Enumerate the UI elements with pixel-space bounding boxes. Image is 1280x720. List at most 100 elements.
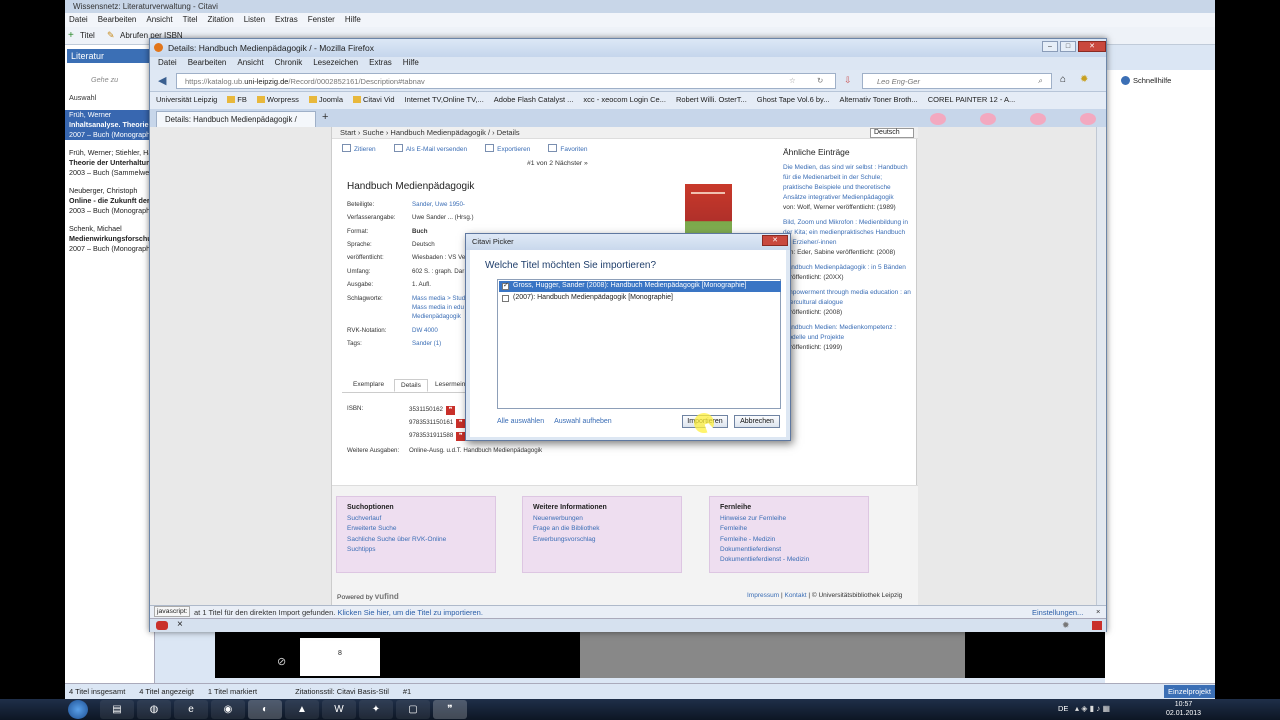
language-indicator[interactable]: DE [1058, 704, 1068, 713]
menu-zitation[interactable]: Zitation [207, 15, 233, 25]
list-item[interactable]: Früh, Werner; Stiehler, Ha [65, 148, 155, 158]
ff-menu-ansicht[interactable]: Ansicht [237, 58, 263, 69]
similar-link[interactable]: Die Medien, das sind wir selbst : Handbu… [783, 163, 913, 203]
select-all-link[interactable]: Alle auswählen [497, 418, 544, 425]
app-icon[interactable]: ▲ [285, 700, 319, 719]
footer-link[interactable]: Suchtipps [347, 545, 485, 555]
list-item-meta[interactable]: 2003 – Buch (Sammelwe [65, 168, 155, 178]
citavi-pick-icon[interactable]: ❞ [456, 419, 466, 428]
similar-link[interactable]: Empowerment through media education : an… [783, 288, 913, 308]
ie-icon[interactable]: e [174, 700, 208, 719]
citavi-taskbar-icon[interactable]: ❞ [433, 700, 467, 719]
footer-link[interactable]: Suchverlauf [347, 514, 485, 524]
bookmark-star-icon[interactable]: ☆ [789, 76, 796, 85]
bookmark-item[interactable]: Adobe Flash Catalyst ... [494, 95, 574, 106]
footer-link[interactable]: Erweiterte Suche [347, 524, 485, 534]
list-item-meta[interactable]: 2003 – Buch (Monograph [65, 206, 155, 216]
footer-link[interactable]: Fernleihe [720, 524, 858, 534]
similar-link[interactable]: Bild, Zoom und Mikrofon : Medienbildung … [783, 218, 913, 248]
explorer-icon[interactable]: ▤ [100, 700, 134, 719]
search-icon[interactable]: ⌕ [1038, 76, 1042, 86]
add-icon[interactable]: + [68, 30, 74, 41]
menu-ansicht[interactable]: Ansicht [146, 15, 172, 25]
citavi-picker-icon[interactable] [1092, 621, 1102, 630]
list-item[interactable]: Schenk, Michael [65, 224, 155, 234]
list-item-title[interactable]: Inhaltsanalyse. Theorie u [65, 120, 155, 130]
ff-menu-hilfe[interactable]: Hilfe [403, 58, 419, 69]
minimize-button[interactable]: – [1042, 41, 1058, 52]
ff-menu-extras[interactable]: Extras [369, 58, 392, 69]
ff-menu-lesezeichen[interactable]: Lesezeichen [313, 58, 358, 69]
gear-icon[interactable]: ✹ [1080, 74, 1088, 85]
similar-link[interactable]: Handbuch Medien: Medienkompetenz : Model… [783, 323, 913, 343]
close-button[interactable]: ✕ [1078, 41, 1106, 52]
breadcrumb[interactable]: Start › Suche › Handbuch Medienpädagogik… [340, 128, 520, 137]
list-item-meta[interactable]: 2007 – Buch (Monograph [65, 244, 155, 254]
cancel-button[interactable]: Abbrechen [734, 415, 780, 428]
keyword-link[interactable]: Mass media in edu [412, 304, 464, 311]
bookmark-item[interactable]: COREL PAINTER 12 - A... [928, 95, 1016, 106]
footer-link[interactable]: Frage an die Bibliothek [533, 524, 671, 534]
chrome-icon[interactable]: ◉ [211, 700, 245, 719]
notification-close-icon[interactable]: × [1096, 607, 1100, 616]
clock[interactable]: 10:57 02.01.2013 [1166, 700, 1201, 718]
footer-link[interactable]: Fernleihe - Medizin [720, 535, 858, 545]
window-icon[interactable]: ▢ [396, 700, 430, 719]
footer-link[interactable]: Hinweise zur Fernleihe [720, 514, 858, 524]
notification-settings-link[interactable]: Einstellungen... [1032, 608, 1083, 617]
citavi-addon-icon[interactable] [156, 621, 168, 630]
bookmark-item[interactable]: Universität Leipzig [156, 95, 217, 106]
literature-tab[interactable]: Literatur [67, 49, 153, 63]
ff-menu-bearbeiten[interactable]: Bearbeiten [188, 58, 227, 69]
field-value[interactable]: Mass media > Stud [412, 295, 465, 302]
paperclip-icon[interactable]: ⊘ [277, 655, 286, 668]
favorites-link[interactable]: Favoriten [548, 144, 587, 153]
menu-datei[interactable]: Datei [69, 15, 88, 25]
list-item[interactable]: (2007): Handbuch Medienpädagogik [Monogr… [499, 293, 781, 304]
ff-menu-chronik[interactable]: Chronik [275, 58, 303, 69]
contact-link[interactable]: Kontakt [784, 592, 806, 599]
word-icon[interactable]: W [322, 700, 356, 719]
ff-menu-datei[interactable]: Datei [158, 58, 177, 69]
footer-link[interactable]: Sachliche Suche über RVK-Online [347, 535, 485, 545]
list-item-title[interactable]: Online - die Zukunft der [65, 196, 155, 206]
list-item[interactable]: Gross, Hugger, Sander (2008): Handbuch M… [499, 281, 781, 292]
tab-details[interactable]: Details [394, 379, 428, 392]
item-checkbox[interactable] [502, 295, 509, 302]
url-bar[interactable]: https://katalog.ub.uni-leipzig.de/Record… [176, 73, 836, 89]
firefox-taskbar-icon[interactable]: ◐ [248, 700, 282, 719]
page-thumbnail[interactable]: 8 [300, 638, 380, 676]
keyword-link[interactable]: Medienpädagogik [412, 313, 461, 320]
menu-hilfe[interactable]: Hilfe [345, 15, 361, 25]
start-button[interactable] [68, 700, 88, 719]
bookmark-item[interactable]: xcc - xeocom Login Ce... [583, 95, 666, 106]
record-pager[interactable]: #1 von 2 Nächster » [527, 160, 588, 167]
new-title-button[interactable]: Titel [80, 31, 95, 40]
network-icon[interactable]: ◍ [137, 700, 171, 719]
citavi-pick-icon[interactable]: ❞ [456, 432, 466, 441]
menu-listen[interactable]: Listen [244, 15, 265, 25]
reload-icon[interactable]: ↻ [817, 76, 823, 85]
citavi-pick-icon[interactable]: ❞ [445, 406, 455, 415]
field-value[interactable]: Sander, Uwe 1950- [412, 201, 465, 208]
acrobat-icon[interactable]: ✦ [359, 700, 393, 719]
email-link[interactable]: Als E-Mail versenden [394, 144, 467, 153]
new-tab-button[interactable]: + [322, 111, 328, 123]
close-addon-bar-icon[interactable]: × [177, 619, 183, 630]
page-scrollbar[interactable] [1096, 127, 1105, 605]
footer-link[interactable]: Erwerbungsvorschlag [533, 535, 671, 545]
footer-link[interactable]: Dokumentlieferdienst - Medizin [720, 555, 858, 565]
item-checkbox[interactable] [502, 281, 509, 290]
menu-titel[interactable]: Titel [183, 15, 198, 25]
tab-exemplare[interactable]: Exemplare [347, 379, 390, 390]
home-icon[interactable]: ⌂ [1060, 74, 1066, 85]
cite-link[interactable]: Zitieren [342, 144, 376, 153]
footer-link[interactable]: Dokumentlieferdienst [720, 545, 858, 555]
field-value[interactable]: DW 4000 [412, 327, 438, 334]
bookmark-item[interactable]: Ghost Tape Vol.6 by... [757, 95, 830, 106]
vufind-logo[interactable]: vufind [375, 592, 399, 601]
menu-bearbeiten[interactable]: Bearbeiten [98, 15, 137, 25]
maximize-button[interactable]: □ [1060, 41, 1076, 52]
language-select[interactable]: Deutsch [870, 128, 914, 138]
bookmark-item[interactable]: Internet TV,Online TV,... [405, 95, 484, 106]
